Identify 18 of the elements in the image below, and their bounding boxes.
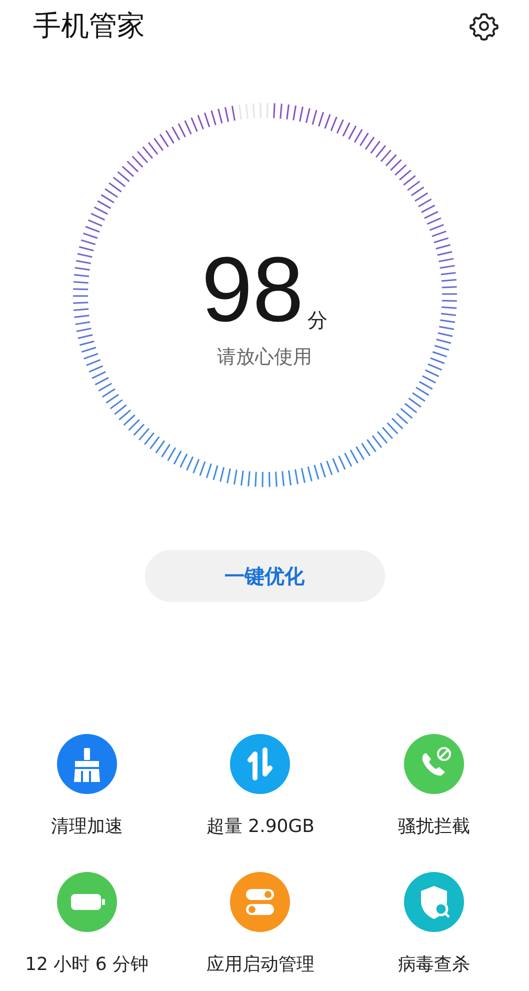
- data-icon[interactable]: [230, 734, 290, 794]
- tool-label[interactable]: 骚扰拦截: [398, 814, 470, 838]
- status-text: 请放心使用: [217, 345, 312, 370]
- score-unit: 分: [308, 307, 328, 334]
- optimize-button[interactable]: 一键优化: [144, 550, 384, 602]
- toggles-icon[interactable]: [230, 872, 290, 932]
- score-value: 98: [201, 250, 304, 330]
- page-title: 手机管家: [33, 8, 145, 44]
- settings-icon[interactable]: [469, 11, 499, 41]
- tool-label[interactable]: 清理加速: [50, 814, 123, 838]
- call-block-icon[interactable]: [404, 734, 464, 794]
- tool-label[interactable]: 12 小时 6 分钟: [25, 952, 149, 976]
- battery-icon[interactable]: [56, 872, 117, 932]
- tool-label[interactable]: 病毒查杀: [398, 952, 470, 976]
- tool-label[interactable]: 应用启动管理: [206, 952, 314, 976]
- shield-icon[interactable]: [404, 872, 464, 932]
- tool-label[interactable]: 超量 2.90GB: [206, 814, 315, 838]
- broom-icon[interactable]: [56, 734, 117, 794]
